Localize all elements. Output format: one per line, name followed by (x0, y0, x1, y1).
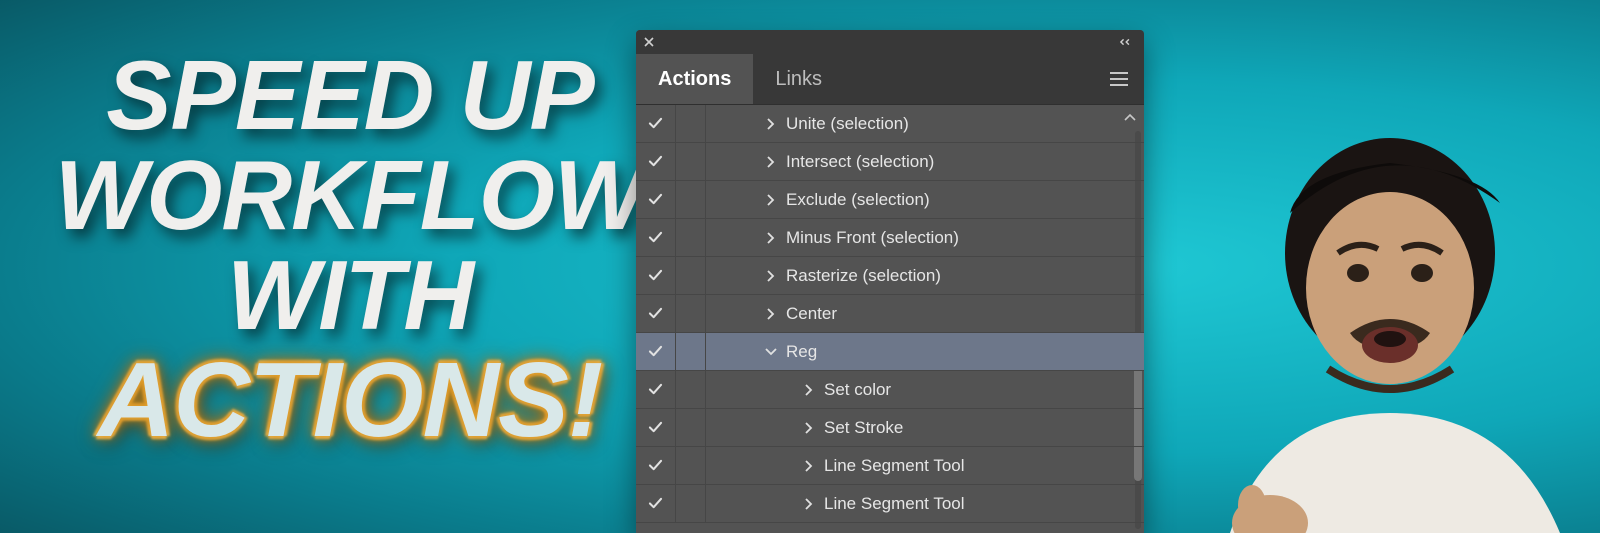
action-row[interactable]: Reg (636, 333, 1144, 371)
toggle-column[interactable] (676, 447, 706, 484)
toggle-column[interactable] (676, 333, 706, 370)
action-row-label: Rasterize (selection) (786, 266, 941, 286)
collapse-icon[interactable] (1120, 37, 1136, 47)
action-row-label: Intersect (selection) (786, 152, 934, 172)
action-row-label: Unite (selection) (786, 114, 909, 134)
toggle-column[interactable] (676, 295, 706, 332)
check-icon[interactable] (636, 409, 676, 446)
check-icon[interactable] (636, 333, 676, 370)
tab-links[interactable]: Links (753, 54, 844, 104)
chevron-right-icon[interactable] (762, 270, 780, 282)
tab-actions[interactable]: Actions (636, 54, 753, 104)
action-row[interactable]: Rasterize (selection) (636, 257, 1144, 295)
check-icon[interactable] (636, 295, 676, 332)
action-row[interactable]: Unite (selection) (636, 105, 1144, 143)
toggle-column[interactable] (676, 181, 706, 218)
chevron-right-icon[interactable] (800, 422, 818, 434)
toggle-column[interactable] (676, 257, 706, 294)
headline: SPEED UP WORKFLOW WITH ACTIONS! (40, 46, 660, 454)
action-row-label: Set Stroke (824, 418, 903, 438)
headline-line-4: ACTIONS! (40, 346, 660, 454)
headline-line-3: WITH (40, 246, 660, 346)
action-list: Unite (selection) Intersect (selection) Ex… (636, 104, 1144, 533)
chevron-right-icon[interactable] (800, 460, 818, 472)
check-icon[interactable] (636, 257, 676, 294)
check-icon[interactable] (636, 105, 676, 142)
check-icon[interactable] (636, 181, 676, 218)
action-row-label: Minus Front (selection) (786, 228, 959, 248)
check-icon[interactable] (636, 143, 676, 180)
tab-actions-label: Actions (658, 68, 731, 91)
close-icon[interactable] (644, 36, 654, 49)
action-row-label: Set color (824, 380, 891, 400)
headline-line-2: WORKFLOW (40, 146, 660, 246)
action-row-label: Line Segment Tool (824, 456, 965, 476)
actions-panel: Actions Links Unite (selection) Intersect… (636, 30, 1144, 533)
chevron-right-icon[interactable] (762, 118, 780, 130)
action-row-label: Exclude (selection) (786, 190, 930, 210)
action-row[interactable]: Line Segment Tool (636, 447, 1144, 485)
chevron-right-icon[interactable] (762, 156, 780, 168)
toggle-column[interactable] (676, 143, 706, 180)
toggle-column[interactable] (676, 371, 706, 408)
check-icon[interactable] (636, 485, 676, 522)
check-icon[interactable] (636, 219, 676, 256)
chevron-down-icon[interactable] (762, 348, 780, 356)
check-icon[interactable] (636, 447, 676, 484)
toggle-column[interactable] (676, 409, 706, 446)
action-row[interactable]: Exclude (selection) (636, 181, 1144, 219)
action-row[interactable]: Center (636, 295, 1144, 333)
panel-tabbar: Actions Links (636, 54, 1144, 104)
chevron-right-icon[interactable] (800, 384, 818, 396)
action-row-label: Center (786, 304, 837, 324)
action-row[interactable]: Set color (636, 371, 1144, 409)
chevron-right-icon[interactable] (762, 232, 780, 244)
chevron-right-icon[interactable] (800, 498, 818, 510)
toggle-column[interactable] (676, 485, 706, 522)
tab-links-label: Links (775, 68, 822, 91)
action-row[interactable]: Minus Front (selection) (636, 219, 1144, 257)
panel-menu-icon[interactable] (1102, 54, 1136, 104)
action-row-label: Reg (786, 342, 817, 362)
headline-line-1: SPEED UP (40, 46, 660, 146)
toggle-column[interactable] (676, 105, 706, 142)
action-row-label: Line Segment Tool (824, 494, 965, 514)
chevron-right-icon[interactable] (762, 194, 780, 206)
toggle-column[interactable] (676, 219, 706, 256)
action-row[interactable]: Set Stroke (636, 409, 1144, 447)
check-icon[interactable] (636, 371, 676, 408)
panel-titlebar (636, 30, 1144, 54)
action-row[interactable]: Intersect (selection) (636, 143, 1144, 181)
chevron-right-icon[interactable] (762, 308, 780, 320)
presenter-photo (1140, 113, 1600, 533)
action-row[interactable]: Line Segment Tool (636, 485, 1144, 523)
